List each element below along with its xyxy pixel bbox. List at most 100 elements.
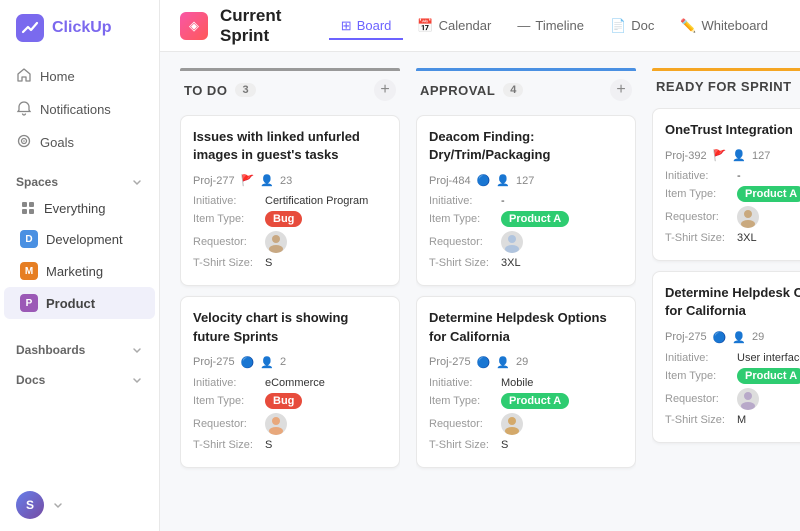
card-meta-ready-1: Proj-392 🚩 👤 127 xyxy=(665,149,800,162)
card-ready-1[interactable]: OneTrust Integration Proj-392 🚩 👤 127 In… xyxy=(652,108,800,261)
card-title-ready-2: Determine Helpdesk Options for Californi… xyxy=(665,284,800,320)
column-title-ready: READY FOR SPRINT xyxy=(656,79,792,94)
product-label: Product xyxy=(46,296,95,311)
tab-whiteboard[interactable]: ✏️ Whiteboard xyxy=(668,12,780,40)
sidebar-nav: Home Notifications Goals xyxy=(0,56,159,163)
column-header-todo: TO DO 3 + xyxy=(180,68,400,111)
sidebar-item-notifications[interactable]: Notifications xyxy=(8,93,151,126)
card-initiative-row-todo-2: Initiative: eCommerce xyxy=(193,377,387,389)
card-requestor-row-todo-2: Requestor: xyxy=(193,413,387,435)
marketing-label: Marketing xyxy=(46,264,103,279)
sidebar-item-everything[interactable]: Everything xyxy=(4,193,155,223)
requestor-avatar-ready-1 xyxy=(737,206,759,228)
card-meta-ready-2: Proj-275 🔵 👤 29 xyxy=(665,331,800,344)
card-proj-ready-1: Proj-392 xyxy=(665,150,707,162)
column-title-approval: APPROVAL xyxy=(420,83,495,98)
card-proj-todo-2: Proj-275 xyxy=(193,356,235,368)
sidebar-item-development[interactable]: D Development xyxy=(4,223,155,255)
item-type-badge-approval-2: Product A xyxy=(501,393,569,409)
card-requestor-row-todo-1: Requestor: xyxy=(193,231,387,253)
clickup-logo-icon xyxy=(16,14,44,42)
docs-section: Docs xyxy=(0,361,159,391)
card-title-todo-2: Velocity chart is showing future Sprints xyxy=(193,309,387,345)
board-area: TO DO 3 + Issues with linked unfurled im… xyxy=(160,52,800,531)
card-todo-2[interactable]: Velocity chart is showing future Sprints… xyxy=(180,296,400,467)
item-type-badge-ready-2: Product A xyxy=(737,368,800,384)
person-icon-todo-2: 👤 xyxy=(260,356,274,369)
requestor-avatar-ready-2 xyxy=(737,388,759,410)
column-header-approval: APPROVAL 4 + xyxy=(416,68,636,111)
development-label: Development xyxy=(46,232,123,247)
requestor-label: Requestor: xyxy=(193,236,265,248)
card-ready-2[interactable]: Determine Helpdesk Options for Californi… xyxy=(652,271,800,442)
board-icon: ⊞ xyxy=(341,18,352,34)
grid-icon xyxy=(20,200,36,216)
approval-cards: Deacom Finding: Dry/Trim/Packaging Proj-… xyxy=(416,115,636,515)
column-header-ready: READY FOR SPRINT xyxy=(652,68,800,104)
card-title-approval-1: Deacom Finding: Dry/Trim/Packaging xyxy=(429,128,623,164)
flag-icon-approval-1: 🔵 xyxy=(477,174,491,187)
dashboards-label: Dashboards xyxy=(16,343,85,357)
card-tshirt-row-todo-1: T-Shirt Size: S xyxy=(193,257,387,269)
sprint-title: Current Sprint xyxy=(220,6,305,46)
card-todo-1[interactable]: Issues with linked unfurled images in gu… xyxy=(180,115,400,286)
card-tshirt-row-todo-2: T-Shirt Size: S xyxy=(193,439,387,451)
persons-count-approval-1: 127 xyxy=(516,175,534,187)
persons-count-todo-1: 23 xyxy=(280,175,292,187)
ready-cards: OneTrust Integration Proj-392 🚩 👤 127 In… xyxy=(652,108,800,515)
sidebar-item-product[interactable]: P Product xyxy=(4,287,155,319)
main-content: ◈ Current Sprint ⊞ Board 📅 Calendar — Ti… xyxy=(160,0,800,531)
flag-icon-todo-2: 🔵 xyxy=(241,356,255,369)
column-todo: TO DO 3 + Issues with linked unfurled im… xyxy=(180,68,400,515)
sidebar-item-home[interactable]: Home xyxy=(8,60,151,93)
persons-count-approval-2: 29 xyxy=(516,356,528,368)
tab-doc[interactable]: 📄 Doc xyxy=(598,12,666,40)
card-itemtype-row-todo-2: Item Type: Bug xyxy=(193,393,387,409)
tab-timeline[interactable]: — Timeline xyxy=(505,12,596,39)
card-proj-approval-1: Proj-484 xyxy=(429,175,471,187)
sidebar-item-notifications-label: Notifications xyxy=(40,102,111,117)
spaces-label: Spaces xyxy=(16,175,58,189)
docs-chevron-icon xyxy=(131,374,143,386)
tab-board[interactable]: ⊞ Board xyxy=(329,12,404,40)
card-meta-approval-1: Proj-484 🔵 👤 127 xyxy=(429,174,623,187)
card-meta-todo-1: Proj-277 🚩 👤 23 xyxy=(193,174,387,187)
logo: ClickUp xyxy=(0,0,159,56)
tab-calendar[interactable]: 📅 Calendar xyxy=(405,12,503,40)
tshirt-value-todo-1: S xyxy=(265,257,272,269)
column-approval: APPROVAL 4 + Deacom Finding: Dry/Trim/Pa… xyxy=(416,68,636,515)
sidebar-item-goals[interactable]: Goals xyxy=(8,126,151,159)
card-itemtype-row-todo-1: Item Type: Bug xyxy=(193,211,387,227)
flag-icon-approval-2: 🔵 xyxy=(477,356,491,369)
item-type-badge-ready-1: Product A xyxy=(737,186,800,202)
requestor-avatar-todo-1 xyxy=(265,231,287,253)
user-avatar[interactable]: S xyxy=(16,491,44,519)
chevron-down-icon xyxy=(52,499,64,511)
goals-icon xyxy=(16,133,32,152)
column-ready: READY FOR SPRINT OneTrust Integration Pr… xyxy=(652,68,800,515)
docs-label: Docs xyxy=(16,373,45,387)
card-title-todo-1: Issues with linked unfurled images in gu… xyxy=(193,128,387,164)
card-approval-2[interactable]: Determine Helpdesk Options for Californi… xyxy=(416,296,636,467)
column-count-todo: 3 xyxy=(235,83,255,97)
person-icon-ready-1: 👤 xyxy=(732,149,746,162)
card-proj-todo-1: Proj-277 xyxy=(193,175,235,187)
product-dot: P xyxy=(20,294,38,312)
doc-icon: 📄 xyxy=(610,18,626,34)
column-add-approval[interactable]: + xyxy=(610,79,632,101)
item-type-badge-todo-2: Bug xyxy=(265,393,302,409)
person-icon-todo-1: 👤 xyxy=(260,174,274,187)
dashboards-section: Dashboards xyxy=(0,331,159,361)
timeline-icon: — xyxy=(517,18,530,33)
sidebar-item-goals-label: Goals xyxy=(40,135,74,150)
sidebar-item-marketing[interactable]: M Marketing xyxy=(4,255,155,287)
home-icon xyxy=(16,67,32,86)
bell-icon xyxy=(16,100,32,119)
card-meta-approval-2: Proj-275 🔵 👤 29 xyxy=(429,356,623,369)
card-approval-1[interactable]: Deacom Finding: Dry/Trim/Packaging Proj-… xyxy=(416,115,636,286)
column-add-todo[interactable]: + xyxy=(374,79,396,101)
sprint-icon: ◈ xyxy=(180,12,208,40)
requestor-avatar-todo-2 xyxy=(265,413,287,435)
item-type-badge-todo-1: Bug xyxy=(265,211,302,227)
tshirt-label: T-Shirt Size: xyxy=(193,257,265,269)
